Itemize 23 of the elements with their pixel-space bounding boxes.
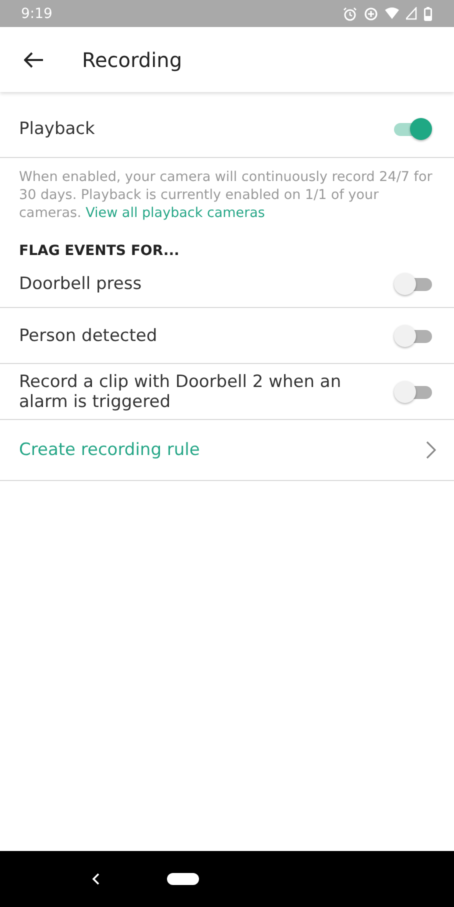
home-button[interactable] (166, 873, 198, 885)
toggle-switch[interactable] (394, 273, 432, 295)
chevron-right-icon (426, 441, 436, 459)
back-chevron-icon (92, 873, 100, 885)
setting-label: Playback (19, 118, 95, 138)
wifi-icon (385, 7, 399, 20)
section-heading: FLAG EVENTS FOR... (18, 242, 180, 261)
setting-label: Record a clip with Doorbell 2 when an alarm is triggered (19, 370, 342, 414)
toggle-switch[interactable] (394, 118, 432, 140)
playback-cameras-link[interactable]: View all playback cameras (86, 205, 265, 221)
setting-label: Doorbell press (19, 273, 142, 296)
battery-icon (424, 6, 432, 20)
back-arrow-icon (24, 52, 44, 68)
toggle-switch[interactable] (394, 380, 432, 402)
screen-title: Recording (82, 48, 182, 72)
status-time: 9:19 (21, 6, 52, 22)
create-rule-row[interactable]: Create recording rule (0, 420, 454, 481)
signal-icon (406, 7, 417, 20)
alarm-icon (343, 6, 357, 20)
description-text: When enabled, your camera will continuously record 24/7 for 30 days. Playback is currently enabled on 1/1 of your cameras. View all playback cameras (19, 168, 434, 223)
toggle-switch[interactable] (394, 324, 432, 346)
setting-label: Person detected (19, 324, 158, 348)
create-rule-label: Create recording rule (19, 439, 200, 462)
